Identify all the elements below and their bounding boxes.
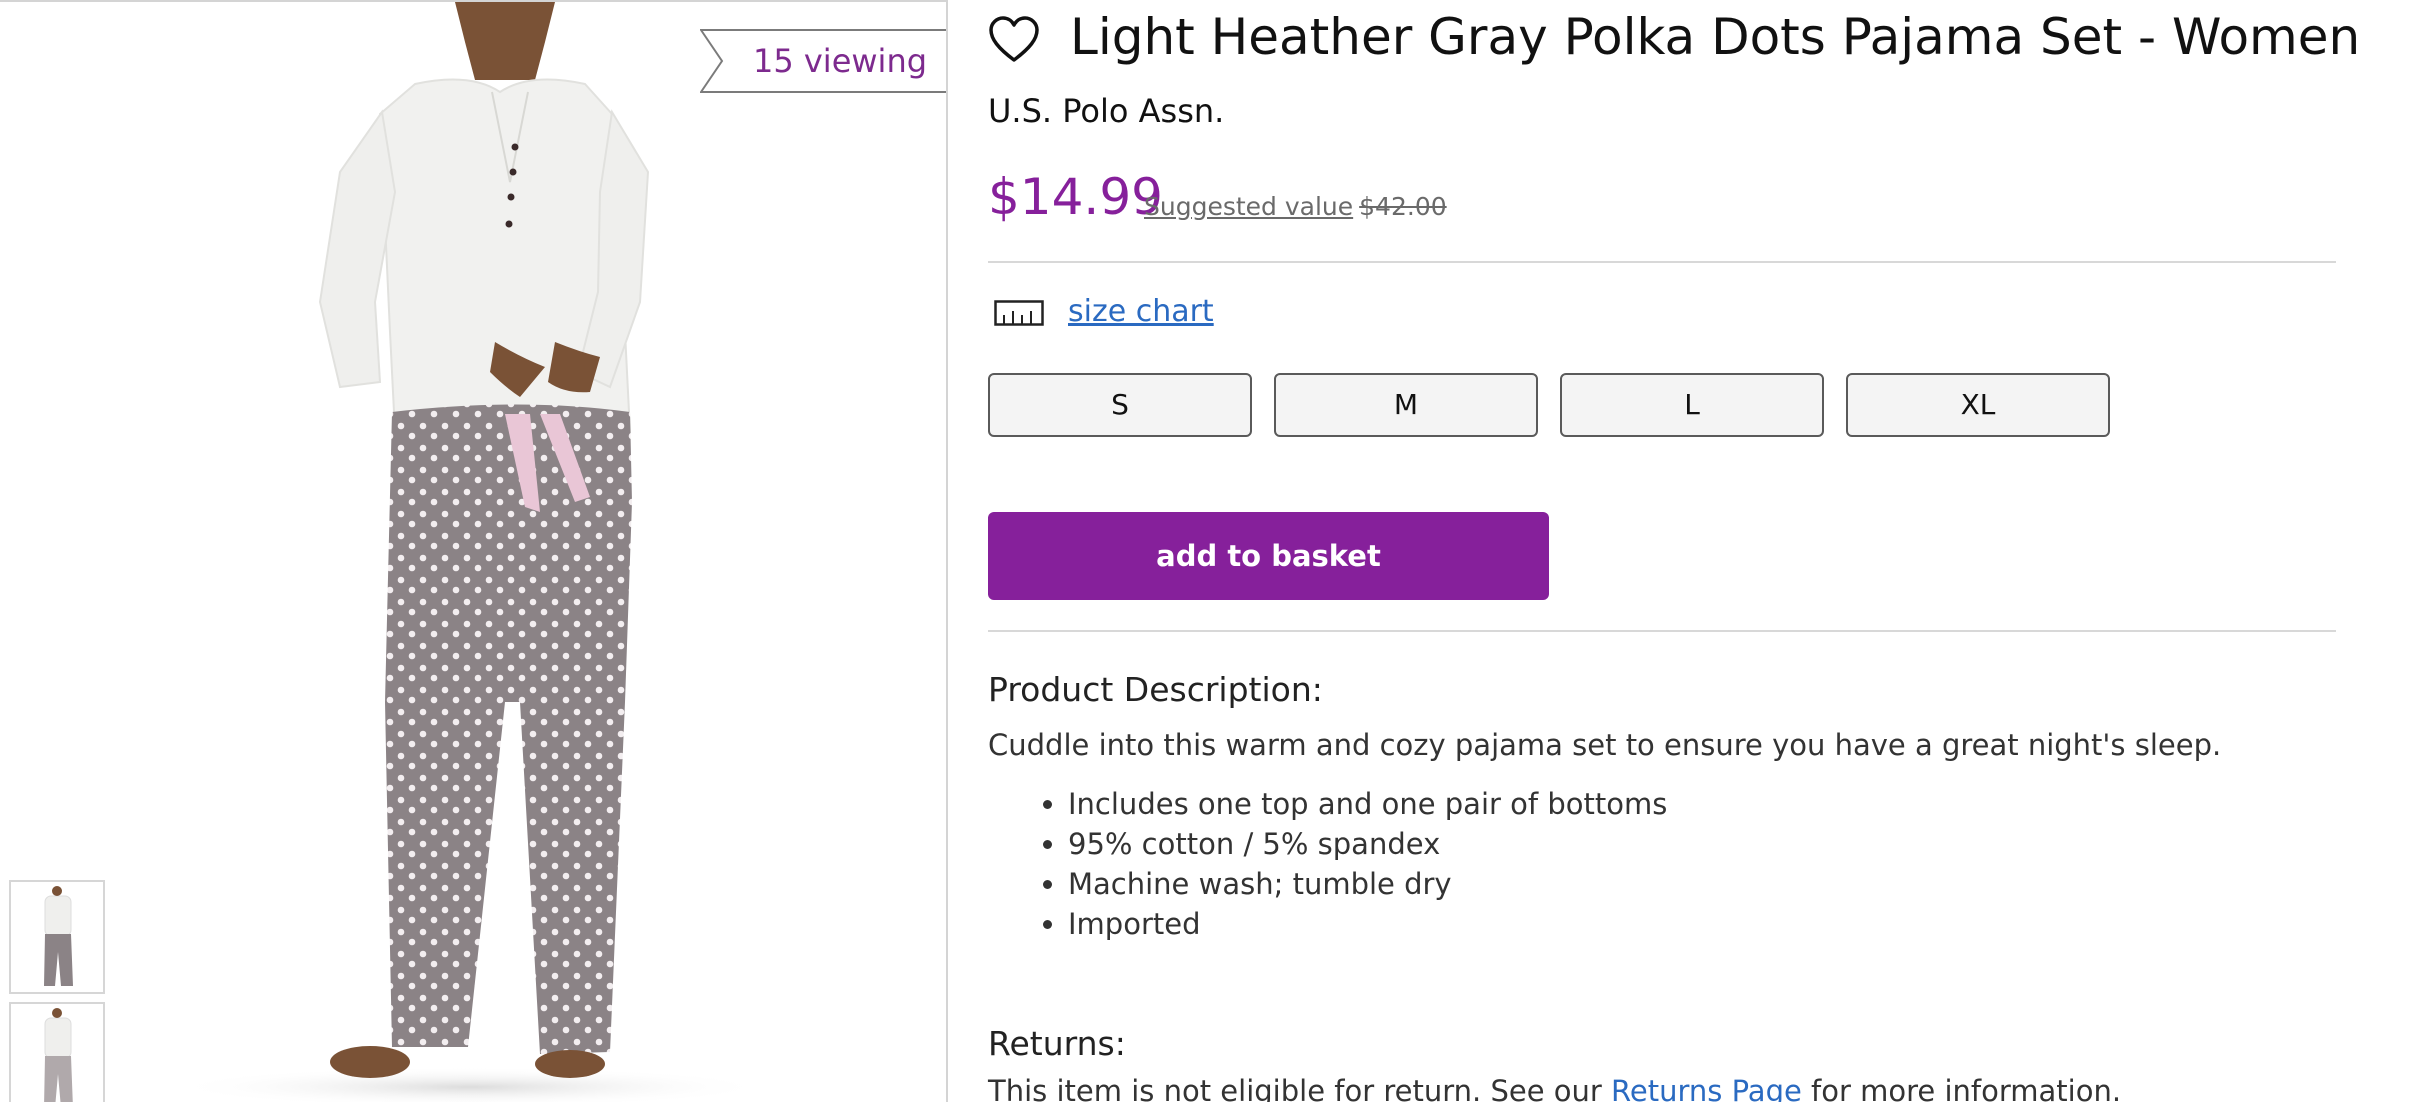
product-image-panel: 15 viewing bbox=[0, 0, 948, 1102]
product-info-panel: Light Heather Gray Polka Dots Pajama Set… bbox=[988, 0, 2360, 1102]
size-option-m[interactable]: M bbox=[1274, 373, 1538, 437]
product-page: 15 viewing Light Heather Gray Polka Dots… bbox=[0, 0, 2425, 1102]
thumbnail-2[interactable] bbox=[9, 1002, 105, 1102]
viewing-count-badge: 15 viewing bbox=[700, 29, 946, 93]
list-item: Imported bbox=[1068, 904, 1667, 944]
size-option-l[interactable]: L bbox=[1560, 373, 1824, 437]
brand-name: U.S. Polo Assn. bbox=[988, 92, 1225, 130]
divider bbox=[988, 261, 2336, 263]
suggested-value-label: Suggested value bbox=[1144, 192, 1354, 221]
sale-price: $14.99 bbox=[988, 168, 1163, 226]
thumbnail-1[interactable] bbox=[9, 880, 105, 994]
size-chart-link[interactable]: size chart bbox=[1068, 294, 1214, 329]
returns-page-link[interactable]: Returns Page bbox=[1611, 1074, 1802, 1102]
add-to-basket-button[interactable]: add to basket bbox=[988, 512, 1549, 600]
viewing-count-text: 15 viewing bbox=[752, 42, 928, 80]
product-main-image[interactable] bbox=[0, 2, 948, 1102]
description-heading: Product Description: bbox=[988, 670, 1323, 709]
returns-heading: Returns: bbox=[988, 1024, 1126, 1063]
list-item: 95% cotton / 5% spandex bbox=[1068, 824, 1667, 864]
size-option-xl[interactable]: XL bbox=[1846, 373, 2110, 437]
suggested-value-price: $42.00 bbox=[1359, 192, 1447, 221]
list-item: Machine wash; tumble dry bbox=[1068, 864, 1667, 904]
returns-text: This item is not eligible for return. Se… bbox=[988, 1074, 2121, 1102]
heart-icon[interactable] bbox=[988, 15, 1040, 67]
description-text: Cuddle into this warm and cozy pajama se… bbox=[988, 728, 2222, 762]
ruler-icon bbox=[994, 300, 1044, 326]
divider bbox=[988, 630, 2336, 632]
thumbnail-image bbox=[44, 886, 73, 986]
feature-list: Includes one top and one pair of bottoms… bbox=[1032, 784, 1667, 944]
product-title: Light Heather Gray Polka Dots Pajama Set… bbox=[1070, 8, 2361, 66]
thumbnail-image bbox=[44, 1008, 73, 1102]
returns-text-after: for more information. bbox=[1801, 1074, 2122, 1102]
list-item: Includes one top and one pair of bottoms bbox=[1068, 784, 1667, 824]
suggested-value: Suggested value $42.00 bbox=[1144, 192, 1447, 221]
size-option-s[interactable]: S bbox=[988, 373, 1252, 437]
returns-text-before: This item is not eligible for return. Se… bbox=[988, 1074, 1612, 1102]
